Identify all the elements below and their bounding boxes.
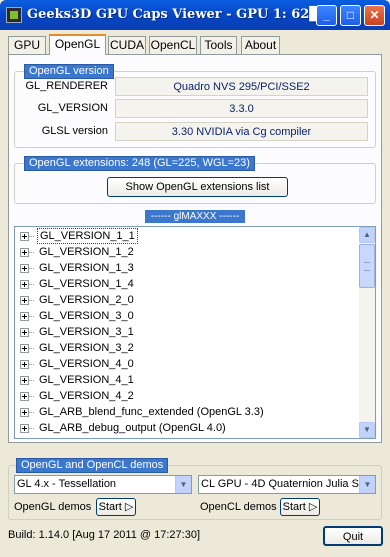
play-icon: ▷ xyxy=(308,501,318,513)
expand-icon[interactable] xyxy=(20,296,29,305)
expand-icon[interactable] xyxy=(20,232,29,241)
expand-icon[interactable] xyxy=(20,312,29,321)
opencl-start-button[interactable]: Start ▷ xyxy=(280,498,320,516)
expand-icon[interactable] xyxy=(20,376,29,385)
tab-tools[interactable]: Tools xyxy=(200,36,237,54)
opencl-demo-selected: CL GPU - 4D Quaternion Julia Se xyxy=(201,478,366,490)
opencl-demos-label: OpenCL demos xyxy=(200,501,277,513)
chevron-down-icon[interactable]: ▼ xyxy=(359,476,375,493)
show-extensions-button[interactable]: Show OpenGL extensions list xyxy=(107,177,288,197)
build-info: Build: 1.14.0 [Aug 17 2011 @ 17:27:30] xyxy=(8,529,200,541)
expand-icon[interactable] xyxy=(20,328,29,337)
expand-icon[interactable] xyxy=(20,344,29,353)
expand-icon[interactable] xyxy=(20,408,29,417)
extensions-count-label: OpenGL extensions: 248 (GL=225, WGL=23) xyxy=(24,156,255,171)
gl-version-label: GL_VERSION xyxy=(37,102,108,114)
minimize-button[interactable]: _ xyxy=(316,5,337,26)
opengl-demos-label: OpenGL demos xyxy=(14,501,92,513)
tab-opengl[interactable]: OpenGL xyxy=(49,34,106,55)
maximize-button[interactable]: □ xyxy=(340,5,361,26)
scroll-down-arrow-icon[interactable]: ▼ xyxy=(359,422,375,438)
glsl-version-label: GLSL version xyxy=(41,125,108,137)
chevron-down-icon[interactable]: ▼ xyxy=(175,476,191,493)
expand-icon[interactable] xyxy=(20,360,29,369)
expand-icon[interactable] xyxy=(20,392,29,401)
tree-scrollbar[interactable]: ▲ ▼ xyxy=(359,227,375,438)
play-icon: ▷ xyxy=(124,501,134,513)
expand-icon[interactable] xyxy=(20,424,29,433)
app-icon xyxy=(6,7,22,23)
opengl-version-label: OpenGL version xyxy=(24,64,114,79)
expand-icon[interactable] xyxy=(20,248,29,257)
scroll-thumb[interactable] xyxy=(359,244,375,288)
tab-about[interactable]: About xyxy=(241,36,280,54)
close-button[interactable]: ✕ xyxy=(364,5,385,26)
tab-cuda[interactable]: CUDA xyxy=(108,36,146,54)
opengl-demo-selected: GL 4.x - Tessellation xyxy=(17,478,117,490)
gl-version-value: 3.3.0 xyxy=(115,99,368,118)
extensions-tree[interactable]: GL_VERSION_1_1 GL_VERSION_1_2 GL_VERSION… xyxy=(14,226,376,439)
tab-gpu[interactable]: GPU xyxy=(8,36,46,54)
title-bar[interactable]: Geeks3D GPU Caps Viewer - GPU 1: 62█ _ □… xyxy=(0,0,390,30)
opengl-start-button[interactable]: Start ▷ xyxy=(96,498,136,516)
opencl-demo-select[interactable]: CL GPU - 4D Quaternion Julia Se ▼ xyxy=(198,475,376,494)
expand-icon[interactable] xyxy=(20,280,29,289)
window-title: Geeks3D GPU Caps Viewer - GPU 1: 62█ xyxy=(27,7,320,22)
gl-renderer-label: GL_RENDERER xyxy=(25,80,108,92)
scroll-up-arrow-icon[interactable]: ▲ xyxy=(359,227,375,243)
tree-header: ------ glMAXXX ------ xyxy=(145,210,245,223)
gl-renderer-value: Quadro NVS 295/PCI/SSE2 xyxy=(115,77,368,96)
quit-button[interactable]: Quit xyxy=(323,526,383,546)
demos-group-label: OpenGL and OpenCL demos xyxy=(16,458,169,473)
glsl-version-value: 3.30 NVIDIA via Cg compiler xyxy=(115,122,368,141)
expand-icon[interactable] xyxy=(20,264,29,273)
tab-opencl[interactable]: OpenCL xyxy=(149,36,197,54)
opengl-demo-select[interactable]: GL 4.x - Tessellation ▼ xyxy=(14,475,192,494)
